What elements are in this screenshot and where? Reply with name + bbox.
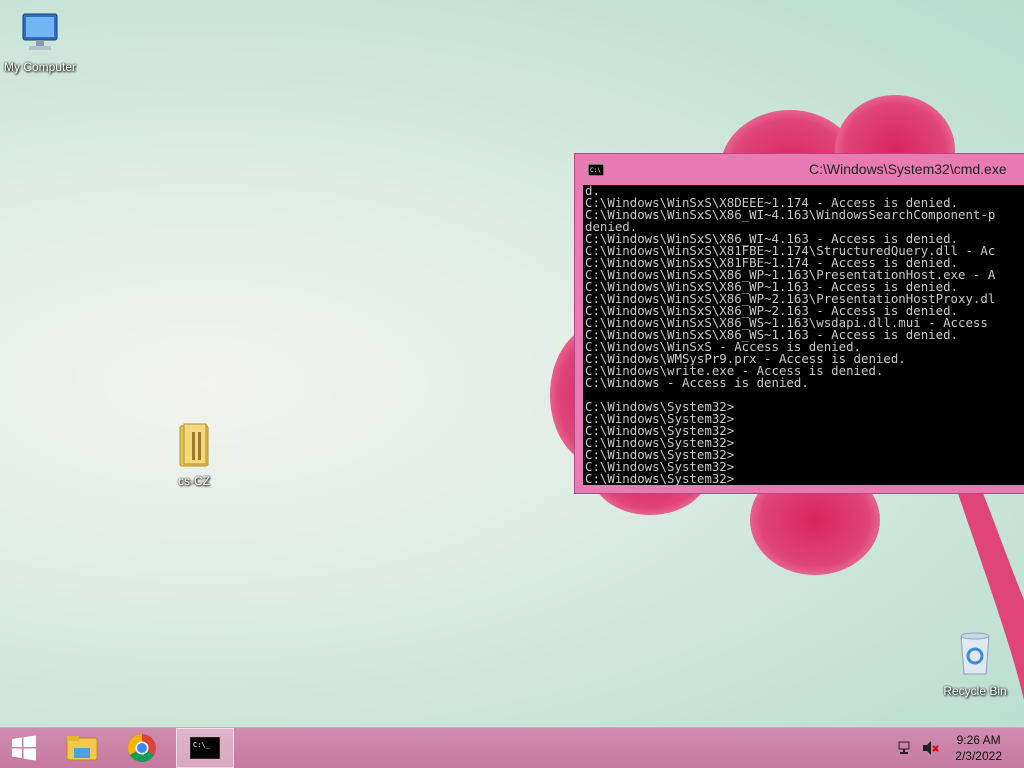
svg-text:C:\: C:\ [590,167,601,174]
desktop-icon-cs-cz[interactable]: cs-CZ [154,420,234,488]
clock-date: 2/3/2022 [955,749,1002,763]
chrome-button[interactable] [118,728,166,768]
chrome-icon [128,734,156,762]
start-button[interactable] [0,728,48,768]
folder-icon [179,423,209,467]
cmd-window[interactable]: C:\ C:\Windows\System32\cmd.exe d. C:\Win… [574,153,1024,494]
clock-time: 9:26 AM [956,733,1001,747]
computer-icon [22,13,58,50]
cmd-icon: C:\_ [190,737,220,759]
network-icon[interactable] [898,740,914,756]
desktop-icon-label: Recycle Bin [943,684,1007,698]
recycle-bin-icon [960,632,990,675]
desktop-icon-label: cs-CZ [178,474,210,488]
volume-muted-icon[interactable] [922,740,940,756]
console-line: C:\Windows - Access is denied. [585,375,809,390]
console-line: C:\Windows\WinSxS\X86_WI~4.163\WindowsSe… [585,207,996,222]
window-title: C:\Windows\System32\cmd.exe [809,161,1007,177]
desktop-icon-recycle-bin[interactable]: Recycle Bin [935,630,1015,698]
clock[interactable]: 9:26 AM 2/3/2022 [955,732,1002,764]
windows-logo-icon [12,735,36,761]
console-line: C:\Windows\System32> [585,471,735,485]
taskbar: C:\_ 9:26 AM 2/3/2022 [0,727,1024,768]
desktop-icon-label: My Computer [3,60,77,74]
desktop-icon-my-computer[interactable]: My Computer [0,10,80,74]
console-output[interactable]: d. C:\Windows\WinSxS\X8DEEE~1.174 - Acces… [583,185,1024,485]
file-explorer-button[interactable] [58,728,106,768]
svg-text:C:\_: C:\_ [193,741,211,749]
cmd-icon: C:\ [588,164,604,176]
cmd-titlebar[interactable]: C:\ C:\Windows\System32\cmd.exe [575,154,1024,185]
folder-icon [66,736,98,761]
cmd-taskbar-button[interactable]: C:\_ [176,728,234,768]
